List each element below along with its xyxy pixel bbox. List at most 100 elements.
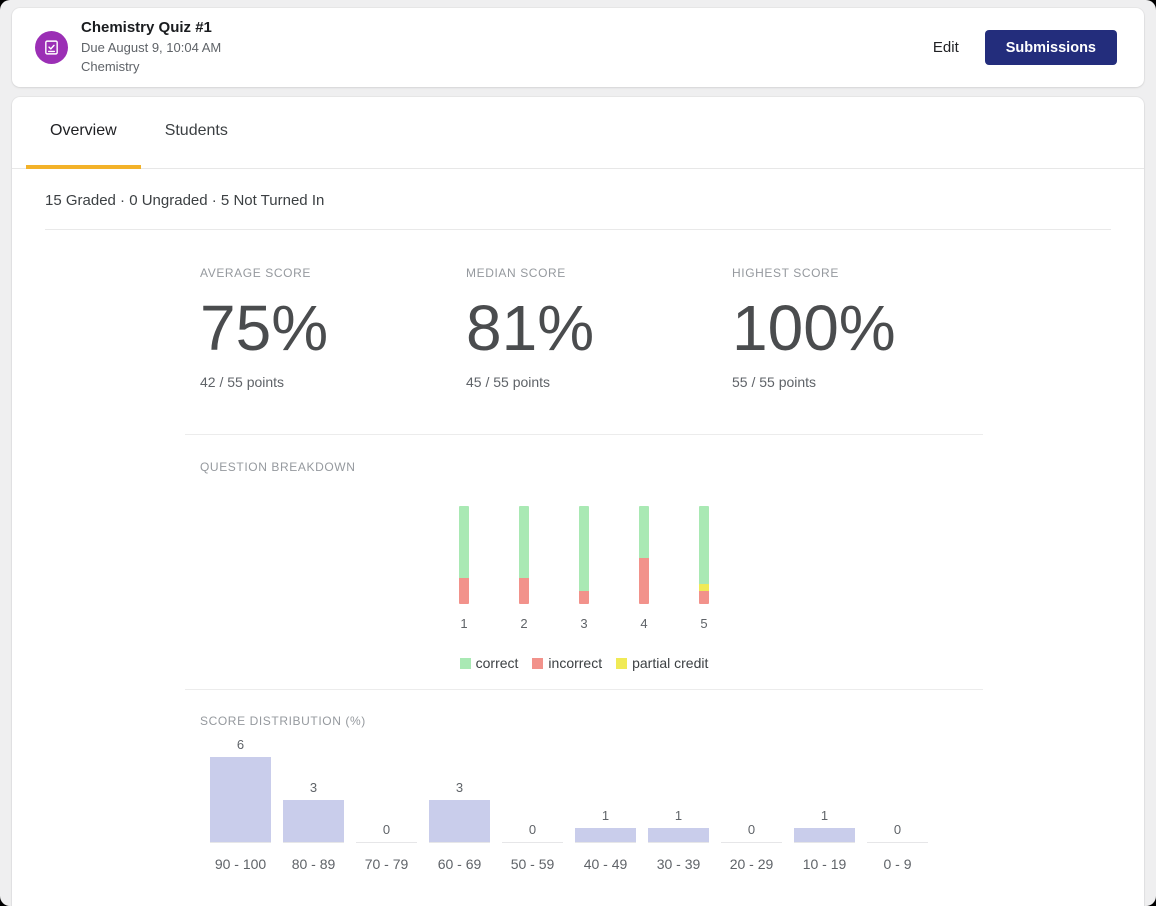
legend-swatch	[616, 657, 628, 669]
question-number-label: 3	[580, 616, 588, 631]
bar-area: 1	[794, 736, 855, 843]
question-bar-1: 1	[459, 506, 469, 631]
bar-area: 3	[283, 736, 344, 843]
tab-overview[interactable]: Overview	[26, 97, 141, 169]
distribution-bar-0-9: 0 0 - 9	[867, 736, 928, 872]
stacked-bar	[459, 506, 469, 604]
header-actions: Edit Submissions	[933, 30, 1117, 65]
bar	[283, 799, 344, 842]
submissions-button[interactable]: Submissions	[984, 30, 1117, 65]
question-bar-3: 3	[579, 506, 589, 631]
segment-correct	[459, 506, 469, 578]
chart-legend: correct incorrect partial credit	[185, 655, 983, 671]
question-number-label: 1	[460, 616, 468, 631]
bar-category-label: 50 - 59	[510, 856, 555, 872]
due-date: Due August 9, 10:04 AM	[81, 39, 222, 55]
bar-area: 0	[721, 736, 782, 843]
stat-points: 45 / 55 points	[466, 374, 551, 390]
course-name: Chemistry	[81, 58, 140, 74]
stat-points: 42 / 55 points	[200, 374, 285, 390]
bar-category-label: 70 - 79	[364, 856, 409, 872]
segment-incorrect	[699, 590, 709, 604]
distribution-bar-20-29: 0 20 - 29	[721, 736, 782, 872]
distribution-bar-40-49: 1 40 - 49	[575, 736, 636, 872]
segment-incorrect	[639, 558, 649, 604]
distribution-bar-60-69: 3 60 - 69	[429, 736, 490, 872]
bar-value-label: 1	[601, 807, 610, 823]
stacked-bar	[579, 506, 589, 604]
bar-value-label: 0	[893, 822, 902, 837]
assignment-check-icon	[45, 40, 58, 55]
bar-category-label: 60 - 69	[437, 856, 482, 872]
stat-value: 81%	[466, 292, 595, 364]
legend-swatch	[532, 657, 544, 669]
bar-area: 1	[575, 736, 636, 843]
bar-area: 1	[648, 736, 709, 843]
tab-bar: Overview Students	[12, 97, 1144, 169]
assignment-text: Chemistry Quiz #1 Due August 9, 10:04 AM…	[81, 19, 221, 77]
question-number-label: 2	[520, 616, 528, 631]
question-number-label: 5	[700, 616, 708, 631]
stat-value: 75%	[200, 292, 329, 364]
tab-students[interactable]: Students	[141, 97, 252, 169]
question-breakdown-section: QUESTION BREAKDOWN 1 2 3 4 5 correct incorrec…	[185, 434, 983, 689]
stat-points: 55 / 55 points	[732, 374, 817, 390]
bar	[210, 757, 271, 842]
stacked-bar	[699, 506, 709, 604]
grading-summary: 15 Graded · 0 Ungraded · 5 Not Turned In	[45, 192, 325, 209]
score-distribution-title: SCORE DISTRIBUTION (%)	[200, 714, 366, 728]
legend-item-incorrect: incorrect	[532, 655, 602, 671]
bar-area: 3	[429, 736, 490, 843]
segment-incorrect	[579, 590, 589, 604]
segment-incorrect	[459, 577, 469, 604]
quiz-icon	[35, 31, 68, 64]
question-number-label: 4	[640, 616, 648, 631]
bar-value-label: 6	[236, 737, 245, 752]
stacked-bar	[639, 506, 649, 604]
stat-label: HIGHEST SCORE	[732, 266, 839, 280]
assignment-header: Chemistry Quiz #1 Due August 9, 10:04 AM…	[12, 8, 1144, 87]
bar-category-label: 0 - 9	[883, 856, 912, 872]
stats-row: AVERAGE SCORE 75% 42 / 55 points MEDIAN …	[185, 230, 983, 434]
legend-label: incorrect	[548, 655, 603, 671]
question-bar-5: 5	[699, 506, 709, 631]
question-breakdown-title: QUESTION BREAKDOWN	[200, 460, 356, 474]
distribution-bar-10-19: 1 10 - 19	[794, 736, 855, 872]
segment-correct	[699, 506, 709, 585]
question-breakdown-chart: 1 2 3 4 5	[185, 506, 983, 631]
bar-category-label: 80 - 89	[291, 856, 336, 872]
segment-correct	[579, 506, 589, 591]
overview-content: AVERAGE SCORE 75% 42 / 55 points MEDIAN …	[185, 230, 983, 902]
edit-button[interactable]: Edit	[933, 39, 959, 56]
bar	[794, 827, 855, 842]
segment-correct	[639, 506, 649, 559]
bar-value-label: 0	[747, 822, 756, 837]
question-bar-2: 2	[519, 506, 529, 631]
page: Chemistry Quiz #1 Due August 9, 10:04 AM…	[0, 0, 1156, 906]
bar-area: 6	[210, 736, 271, 843]
bar-category-label: 30 - 39	[656, 856, 701, 872]
stacked-bar	[519, 506, 529, 604]
distribution-bar-80-89: 3 80 - 89	[283, 736, 344, 872]
legend-swatch	[459, 657, 471, 669]
stat-value: 100%	[732, 292, 896, 364]
bar-category-label: 20 - 29	[729, 856, 774, 872]
bar-value-label: 1	[674, 807, 683, 823]
assignment-title: Chemistry Quiz #1	[81, 18, 212, 36]
legend-item-correct: correct	[459, 655, 519, 671]
bar-area: 0	[356, 736, 417, 843]
bar	[429, 799, 490, 842]
legend-item-partial-credit: partial credit	[616, 655, 708, 671]
bar-area: 0	[502, 736, 563, 843]
results-card: Overview Students 15 Graded · 0 Ungraded…	[12, 97, 1144, 906]
legend-label: partial credit	[632, 655, 709, 671]
stat-label: MEDIAN SCORE	[466, 266, 566, 280]
bar-category-label: 90 - 100	[214, 856, 267, 872]
legend-label: correct	[475, 655, 519, 671]
distribution-bar-50-59: 0 50 - 59	[502, 736, 563, 872]
bar	[575, 827, 636, 842]
bar-area: 0	[867, 736, 928, 843]
segment-incorrect	[519, 577, 529, 604]
stat-median-score: MEDIAN SCORE 81% 45 / 55 points	[451, 266, 717, 390]
stat-label: AVERAGE SCORE	[200, 266, 311, 280]
